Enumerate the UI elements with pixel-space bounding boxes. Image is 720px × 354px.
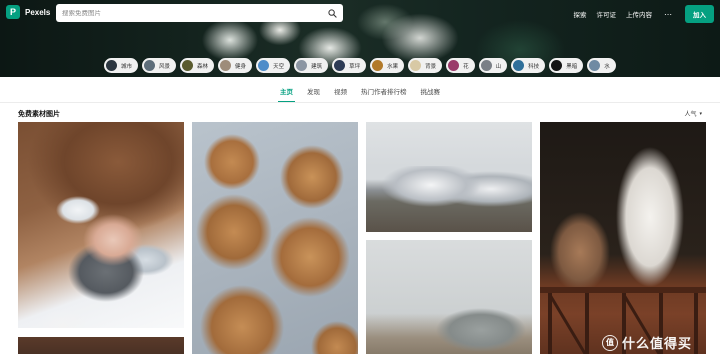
more-menu-icon[interactable]: ⋯ bbox=[664, 10, 673, 19]
category-thumb bbox=[551, 60, 563, 71]
tab-home[interactable]: 主页 bbox=[273, 84, 300, 102]
join-button[interactable]: 加入 bbox=[685, 5, 714, 23]
category-thumb bbox=[144, 60, 156, 71]
category-thumb bbox=[258, 60, 270, 71]
nav-license[interactable]: 许可证 bbox=[597, 9, 617, 19]
photo-winter-portrait[interactable] bbox=[18, 122, 184, 328]
search-icon[interactable] bbox=[328, 8, 337, 18]
tab-videos[interactable]: 视频 bbox=[327, 84, 354, 98]
photo-misty-hills[interactable] bbox=[366, 240, 532, 354]
category-chip-flower[interactable]: 花 bbox=[446, 58, 475, 73]
watermark-text: 什么值得买 bbox=[621, 336, 692, 351]
category-thumb bbox=[513, 60, 525, 71]
photo-tile[interactable] bbox=[18, 337, 184, 354]
category-thumb bbox=[589, 60, 601, 71]
sort-dropdown[interactable]: 人气 ▾ bbox=[684, 109, 702, 119]
category-chip-landscape[interactable]: 风景 bbox=[142, 58, 177, 73]
sort-label: 人气 bbox=[684, 112, 697, 118]
hero-banner: P Pexels 探索 许可证 上传内容 ⋯ 加入 城市 风景 森林 健身 天空… bbox=[0, 0, 720, 77]
main-tabs: 主页 发现 视频 热门作者排行榜 挑战赛 bbox=[0, 84, 720, 102]
category-thumb bbox=[296, 60, 308, 71]
chevron-down-icon: ▾ bbox=[699, 110, 702, 117]
photo-white-horse[interactable]: 值 什么值得买 bbox=[540, 122, 706, 354]
category-thumb bbox=[334, 60, 346, 71]
search-bar[interactable] bbox=[56, 4, 343, 22]
category-chips: 城市 风景 森林 健身 天空 建筑 草坪 水果 背景 花 山 科技 黑暗 水 bbox=[104, 58, 616, 73]
category-chip-lawn[interactable]: 草坪 bbox=[332, 58, 367, 73]
nav-upload[interactable]: 上传内容 bbox=[626, 9, 652, 19]
category-chip-background[interactable]: 背景 bbox=[408, 58, 443, 73]
tabs-divider bbox=[0, 102, 720, 103]
watermark: 值 什么值得买 bbox=[601, 333, 692, 352]
category-thumb bbox=[220, 60, 232, 71]
brand-name: Pexels bbox=[25, 7, 51, 17]
category-thumb bbox=[106, 60, 117, 71]
category-thumb bbox=[448, 60, 460, 71]
category-chip-mountain[interactable]: 山 bbox=[478, 58, 508, 73]
nav-explore[interactable]: 探索 bbox=[574, 9, 587, 19]
category-thumb bbox=[182, 60, 194, 71]
top-nav: 探索 许可证 上传内容 ⋯ 加入 bbox=[564, 5, 714, 23]
search-input[interactable] bbox=[62, 9, 328, 17]
pexels-logo-mark: P bbox=[6, 5, 20, 19]
tab-leaderboard[interactable]: 热门作者排行榜 bbox=[354, 84, 414, 98]
category-chip-fitness[interactable]: 健身 bbox=[218, 58, 253, 73]
category-chip-fruit[interactable]: 水果 bbox=[370, 58, 405, 73]
feed-title: 免费素材图片 bbox=[18, 111, 60, 118]
tab-challenges[interactable]: 挑战赛 bbox=[414, 84, 448, 98]
pexels-logo[interactable]: P Pexels bbox=[6, 5, 50, 19]
category-thumb bbox=[410, 60, 422, 71]
category-chip-architecture[interactable]: 建筑 bbox=[294, 58, 329, 73]
photo-snowy-mountains[interactable] bbox=[366, 122, 532, 232]
category-chip-water[interactable]: 水 bbox=[587, 58, 616, 73]
watermark-logo: 值 bbox=[601, 334, 618, 351]
category-thumb bbox=[480, 60, 492, 71]
photo-peanut-cookies[interactable] bbox=[192, 122, 358, 354]
tab-discover[interactable]: 发现 bbox=[300, 84, 327, 98]
category-chip-forest[interactable]: 森林 bbox=[180, 58, 215, 73]
category-chip-tech[interactable]: 科技 bbox=[511, 58, 546, 73]
category-chip-sky[interactable]: 天空 bbox=[256, 58, 291, 73]
category-chip-dark[interactable]: 黑暗 bbox=[549, 58, 584, 73]
category-thumb bbox=[372, 60, 384, 71]
category-chip-city[interactable]: 城市 bbox=[104, 58, 139, 73]
